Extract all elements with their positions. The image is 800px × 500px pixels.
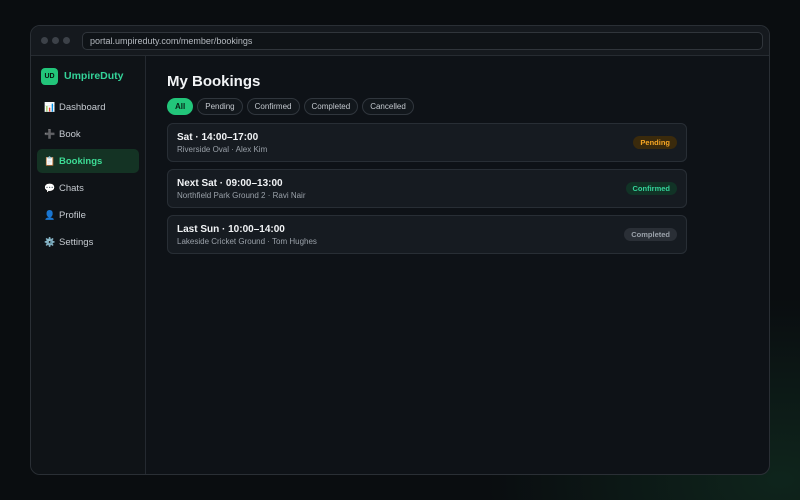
sidebar-item-label: Book [59, 128, 81, 140]
booking-details: Northfield Park Ground 2 · Ravi Nair [177, 191, 306, 200]
sidebar-item-dashboard[interactable]: 📊 Dashboard [37, 95, 139, 119]
window-minimize-dot[interactable] [52, 37, 59, 44]
page-title: My Bookings [167, 73, 261, 90]
status-badge: Confirmed [625, 182, 677, 195]
sidebar-item-bookings[interactable]: 📋 Bookings [37, 149, 139, 173]
sidebar-item-label: Settings [59, 236, 94, 248]
title-bar: portal.umpireduty.com/member/bookings [31, 26, 769, 56]
booking-card[interactable]: Next Sat · 09:00–13:00 Northfield Park Gr… [167, 169, 687, 208]
filter-chip-cancelled[interactable]: Cancelled [362, 98, 414, 115]
main-content: My Bookings All Pending Confirmed Completed… [167, 56, 769, 474]
sidebar-item-chats[interactable]: 💬 Chats [37, 176, 139, 200]
sidebar-item-label: Chats [59, 182, 84, 194]
sidebar-item-book[interactable]: ➕ Book [37, 122, 139, 146]
sidebar-item-label: Profile [59, 209, 86, 221]
chart-icon: 📊 [44, 101, 56, 112]
sidebar-item-label: Dashboard [59, 101, 106, 113]
status-badge: Pending [633, 136, 677, 149]
filter-chip-pending[interactable]: Pending [197, 98, 243, 115]
sidebar: UD UmpireDuty 📊 Dashboard ➕ Book 📋 Bookings 💬 C… [31, 56, 146, 474]
booking-time: Next Sat · 09:00–13:00 [177, 178, 283, 189]
user-icon: 👤 [44, 209, 56, 220]
booking-details: Riverside Oval · Alex Kim [177, 145, 268, 154]
window-close-dot[interactable] [41, 37, 48, 44]
gear-icon: ⚙️ [44, 236, 56, 247]
chat-bubble-icon: 💬 [44, 182, 56, 193]
window-maximize-dot[interactable] [63, 37, 70, 44]
status-badge: Completed [624, 228, 677, 241]
sidebar-item-settings[interactable]: ⚙️ Settings [37, 230, 139, 254]
sidebar-item-label: Bookings [59, 155, 103, 167]
booking-time: Sat · 14:00–17:00 [177, 132, 259, 143]
booking-time: Last Sun · 10:00–14:00 [177, 224, 285, 235]
browser-window: portal.umpireduty.com/member/bookings UD… [30, 25, 770, 475]
booking-card[interactable]: Sat · 14:00–17:00 Riverside Oval · Alex K… [167, 123, 687, 162]
filter-chip-completed[interactable]: Completed [303, 98, 359, 115]
booking-details: Lakeside Cricket Ground · Tom Hughes [177, 237, 317, 246]
sidebar-item-profile[interactable]: 👤 Profile [37, 203, 139, 227]
brand[interactable]: UD UmpireDuty [41, 67, 145, 85]
address-bar[interactable]: portal.umpireduty.com/member/bookings [82, 31, 763, 50]
brand-logo: UD [41, 67, 58, 85]
sidebar-nav: 📊 Dashboard ➕ Book 📋 Bookings 💬 Chats 👤 Profile ⚙️… [31, 95, 145, 254]
filter-chip-all[interactable]: All [167, 98, 194, 115]
brand-name: UmpireDuty [64, 70, 124, 82]
plus-icon: ➕ [44, 128, 56, 139]
status-filter-tabs: All Pending Confirmed Completed Cancelled [167, 98, 418, 115]
clipboard-icon: 📋 [44, 155, 56, 166]
booking-card[interactable]: Last Sun · 10:00–14:00 Lakeside Cricket G… [167, 215, 687, 254]
filter-chip-confirmed[interactable]: Confirmed [246, 98, 300, 115]
